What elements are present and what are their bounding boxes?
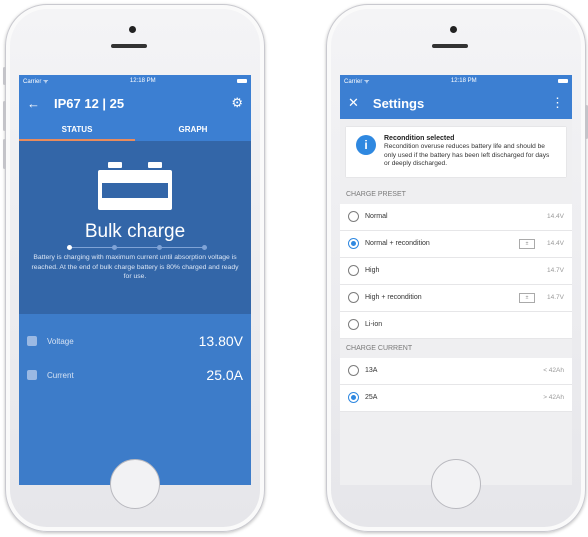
status-bar: Carrier ᯤ 12:18 PM [340, 75, 572, 87]
front-camera [129, 26, 136, 33]
radio-button[interactable] [348, 392, 359, 404]
close-icon[interactable]: ✕ [348, 95, 359, 111]
preset-option-normal-recondition[interactable]: Normal + recondition ± 14.4V [340, 230, 572, 258]
preset-option-li-ion[interactable]: Li-ion [340, 311, 572, 339]
preset-option-normal[interactable]: Normal 14.4V [340, 203, 572, 231]
status-bar: Carrier ᯤ 12:18 PM [19, 75, 251, 87]
option-voltage: 14.4V [547, 240, 564, 248]
charge-progress-steps [67, 245, 207, 251]
app-bar: ← IP67 12 | 25 ⚙ [19, 87, 251, 119]
home-button[interactable] [110, 459, 160, 509]
charge-current-header: CHARGE CURRENT [340, 338, 572, 358]
step-dot [157, 245, 162, 250]
status-screen: Carrier ᯤ 12:18 PM ← IP67 12 | 25 ⚙ STAT… [19, 75, 251, 485]
top-bar: Carrier ᯤ 12:18 PM ← IP67 12 | 25 ⚙ STAT… [19, 75, 251, 141]
preset-option-high[interactable]: High 14.7V [340, 257, 572, 285]
phone-settings: Carrier ᯤ 12:18 PM ✕ Settings ⋮ i Recond… [326, 4, 588, 532]
radio-button[interactable] [348, 365, 359, 377]
volume-up-button [3, 101, 6, 131]
charge-description: Battery is charging with maximum current… [31, 254, 239, 280]
reading-voltage: Voltage 13.80V [19, 324, 251, 358]
battery-icon [98, 162, 172, 210]
mute-switch [3, 67, 6, 85]
option-label: High [365, 267, 380, 275]
alert-title: Recondition selected [384, 135, 455, 142]
current-icon [27, 370, 37, 380]
battery-status-icon [557, 79, 568, 83]
front-camera [450, 26, 457, 33]
radio-button[interactable] [348, 319, 359, 331]
clock: 12:18 PM [450, 78, 477, 84]
phone-status: Carrier ᯤ 12:18 PM ← IP67 12 | 25 ⚙ STAT… [3, 4, 265, 532]
reading-value: 13.80V [198, 333, 243, 349]
info-icon: i [356, 135, 376, 155]
voltage-icon [27, 336, 37, 346]
option-label: Normal + recondition [365, 240, 430, 248]
more-vertical-icon[interactable]: ⋮ [551, 95, 564, 111]
earpiece-speaker [432, 44, 468, 48]
option-label: 25A [365, 394, 378, 402]
volume-down-button [3, 139, 6, 169]
step-dot [67, 245, 72, 250]
device-title: IP67 12 | 25 [54, 95, 125, 111]
option-label: Li-ion [365, 321, 383, 329]
option-label: High + recondition [365, 294, 422, 302]
current-option-13a[interactable]: 13A < 42Ah [340, 357, 572, 385]
option-label: Normal [365, 213, 388, 221]
option-voltage: 14.7V [547, 294, 564, 302]
app-bar: ✕ Settings ⋮ [340, 87, 572, 119]
current-option-25a[interactable]: 25A > 42Ah [340, 384, 572, 412]
option-capacity: > 42Ah [543, 394, 564, 402]
radio-button[interactable] [348, 292, 359, 304]
step-dot [202, 245, 207, 250]
settings-title: Settings [372, 95, 425, 111]
reading-current: Current 25.0A [19, 358, 251, 392]
top-bar: Carrier ᯤ 12:18 PM ✕ Settings ⋮ [340, 75, 572, 119]
arrow-left-icon[interactable]: ← [27, 96, 40, 111]
recondition-battery-icon: ± [519, 292, 535, 303]
reading-value: 25.0A [206, 367, 243, 383]
tab-status[interactable]: STATUS [19, 119, 135, 141]
radio-button[interactable] [348, 211, 359, 223]
gear-icon[interactable]: ⚙ [231, 95, 243, 111]
preset-option-high-recondition[interactable]: High + recondition ± 14.7V [340, 284, 572, 312]
charge-preset-header: CHARGE PRESET [340, 184, 572, 204]
tab-bar: STATUS GRAPH [19, 119, 251, 141]
readings-list: Voltage 13.80V Current 25.0A [19, 314, 251, 392]
radio-button[interactable] [348, 265, 359, 277]
battery-status-icon [236, 79, 247, 83]
option-voltage: 14.4V [547, 213, 564, 221]
charge-state-label: Bulk charge [84, 221, 186, 242]
recondition-alert: i Recondition selected Recondition overu… [346, 127, 566, 177]
option-capacity: < 42Ah [543, 367, 564, 375]
carrier-label: Carrier ᯤ [344, 79, 370, 85]
option-label: 13A [365, 367, 378, 375]
alert-body: Recondition overuse reduces battery life… [384, 143, 550, 168]
recondition-battery-icon: ± [519, 238, 535, 249]
carrier-label: Carrier ᯤ [23, 79, 49, 85]
reading-label: Voltage [47, 336, 74, 346]
settings-screen: Carrier ᯤ 12:18 PM ✕ Settings ⋮ i Recond… [340, 75, 572, 485]
radio-button[interactable] [348, 238, 359, 250]
tab-graph[interactable]: GRAPH [135, 119, 251, 141]
option-voltage: 14.7V [547, 267, 564, 275]
charge-status-panel: Bulk charge Battery is charging with max… [19, 141, 251, 314]
home-button[interactable] [431, 459, 481, 509]
step-dot [112, 245, 117, 250]
clock: 12:18 PM [129, 78, 156, 84]
reading-label: Current [47, 370, 74, 380]
earpiece-speaker [111, 44, 147, 48]
